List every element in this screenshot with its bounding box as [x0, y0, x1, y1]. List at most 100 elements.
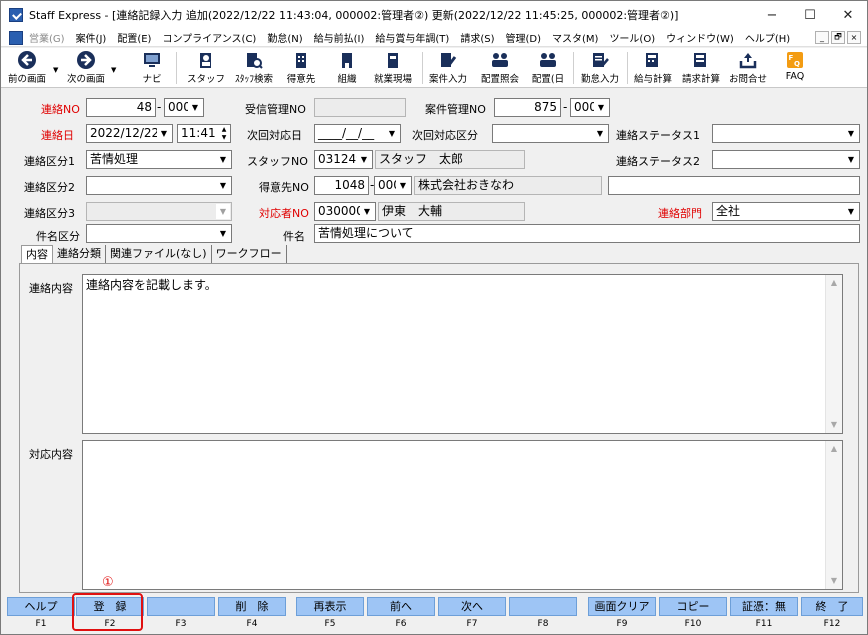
people-day-icon: [538, 50, 558, 70]
staff-no-select[interactable]: 031249: [314, 150, 373, 169]
svg-text:Q: Q: [794, 60, 800, 68]
menu-window[interactable]: ウィンドウ(W): [666, 30, 734, 45]
help-button[interactable]: ヘルプ: [7, 597, 75, 616]
contact-no-branch-select[interactable]: 000: [164, 98, 204, 117]
toolbar-separator: [422, 52, 423, 84]
monitor-icon: [143, 50, 161, 70]
class1-select[interactable]: 苦情処理: [86, 150, 232, 169]
menu-case[interactable]: 案件(J): [76, 30, 107, 45]
status1-select[interactable]: [712, 124, 860, 143]
status2-select[interactable]: [712, 150, 860, 169]
tab-content[interactable]: 内容: [21, 245, 53, 263]
prev-screen-button[interactable]: 前の画面: [7, 50, 47, 86]
payroll-calc-button[interactable]: 給与計算: [631, 50, 675, 86]
inquiry-button[interactable]: お問合せ: [727, 50, 769, 86]
close-button[interactable]: ✕: [829, 1, 867, 29]
menu-payroll[interactable]: 給与賞与年調(T): [375, 30, 449, 45]
status1-label: 連絡ステータス1: [616, 129, 700, 142]
scroll-down-icon[interactable]: ▼: [826, 573, 842, 589]
contact-date-picker[interactable]: 2022/12/22: [86, 124, 173, 143]
people-icon: [490, 50, 510, 70]
scroll-up-icon[interactable]: ▲: [826, 275, 842, 291]
subject-type-select[interactable]: [86, 224, 232, 243]
handler-no-select[interactable]: 030000: [314, 202, 376, 221]
next-date-picker[interactable]: ____/__/__: [314, 124, 401, 143]
menu-admin[interactable]: 管理(D): [505, 30, 541, 45]
menu-assignment[interactable]: 配置(E): [117, 30, 151, 45]
menu-attendance[interactable]: 勤怠(N): [267, 30, 302, 45]
organization-button[interactable]: 組織: [334, 50, 360, 86]
dept-select[interactable]: 全社: [712, 202, 860, 221]
document-icon[interactable]: [9, 30, 23, 45]
fkey-caption: F4: [246, 619, 258, 629]
worksite-button[interactable]: 就業現場: [371, 50, 415, 86]
navi-button[interactable]: ナビ: [139, 50, 165, 86]
content-panel: 連絡内容 連絡内容を記載します。 ▲ ▼ 対応内容 ▲ ▼: [19, 263, 859, 593]
scroll-up-icon[interactable]: ▲: [826, 441, 842, 457]
delete-button[interactable]: 削 除: [218, 597, 286, 616]
class2-label: 連絡区分2: [24, 181, 75, 194]
menu-tools[interactable]: ツール(O): [609, 30, 655, 45]
next-dropdown-icon[interactable]: ▼: [111, 66, 116, 74]
next-type-label: 次回対応区分: [412, 129, 478, 142]
menu-sales[interactable]: 営業(G): [29, 30, 65, 45]
mdi-close-button[interactable]: ×: [847, 31, 861, 44]
client-extra-field[interactable]: [608, 176, 860, 195]
scroll-down-icon[interactable]: ▼: [826, 417, 842, 433]
staff-search-button[interactable]: ｽﾀｯﾌ検索: [231, 50, 277, 86]
clear-screen-button[interactable]: 画面クリア: [588, 597, 656, 616]
contact-content-textarea[interactable]: 連絡内容を記載します。 ▲ ▼: [82, 274, 843, 434]
contact-no-field[interactable]: 48: [86, 98, 156, 117]
fkey-f5: 再表示 F5: [296, 597, 364, 629]
organization-label: 組織: [337, 74, 357, 85]
f3-button[interactable]: [147, 597, 215, 616]
subject-field[interactable]: 苦情処理について: [314, 224, 860, 243]
next-type-select[interactable]: [492, 124, 609, 143]
menu-billing[interactable]: 請求(S): [460, 30, 494, 45]
case-input-label: 案件入力: [428, 74, 467, 85]
menu-help[interactable]: ヘルプ(H): [745, 30, 790, 45]
menu-master[interactable]: マスタ(M): [552, 30, 598, 45]
response-content-textarea[interactable]: ▲ ▼: [82, 440, 843, 590]
mdi-minimize-button[interactable]: _: [815, 31, 829, 44]
contact-content-text: 連絡内容を記載します。: [86, 278, 217, 292]
navi-label: ナビ: [142, 74, 162, 85]
maximize-button[interactable]: ☐: [791, 1, 829, 29]
client-button[interactable]: 得意先: [284, 50, 318, 86]
copy-button[interactable]: コピー: [659, 597, 727, 616]
case-mgmt-branch-select[interactable]: 000: [570, 98, 610, 117]
refresh-button[interactable]: 再表示: [296, 597, 364, 616]
tab-related-files[interactable]: 関連ファイル(なし): [106, 245, 212, 263]
next-screen-button[interactable]: 次の画面: [63, 50, 109, 86]
faq-button[interactable]: FQ FAQ: [780, 50, 810, 86]
mdi-controls: _ 🗗 ×: [815, 31, 861, 44]
assignment-daily-button[interactable]: 配置(日: [528, 50, 568, 86]
contact-time-field[interactable]: 11:41: [177, 124, 231, 143]
class2-select[interactable]: [86, 176, 232, 195]
menu-advance-pay[interactable]: 給与前払(I): [314, 30, 365, 45]
tab-contact-category[interactable]: 連絡分類: [53, 245, 106, 263]
f8-button[interactable]: [509, 597, 577, 616]
mdi-restore-button[interactable]: 🗗: [831, 31, 845, 44]
attendance-input-button[interactable]: 勤怠入力: [578, 50, 622, 86]
case-input-button[interactable]: 案件入力: [426, 50, 470, 86]
exit-button[interactable]: 終 了: [801, 597, 863, 616]
previous-button[interactable]: 前へ: [367, 597, 435, 616]
minimize-button[interactable]: −: [753, 1, 791, 29]
prev-dropdown-icon[interactable]: ▼: [53, 66, 58, 74]
assignment-inquiry-button[interactable]: 配置照会: [478, 50, 522, 86]
tab-workflow[interactable]: ワークフロー: [212, 245, 287, 263]
fkey-f9: 画面クリア F9: [588, 597, 656, 629]
client-branch-select[interactable]: 000: [374, 176, 412, 195]
voucher-button[interactable]: 証憑：無: [730, 597, 798, 616]
client-no-field[interactable]: 1048: [314, 176, 369, 195]
case-mgmt-field[interactable]: 875: [494, 98, 561, 117]
assignment-daily-label: 配置(日: [531, 74, 565, 85]
next-button[interactable]: 次へ: [438, 597, 506, 616]
response-content-scrollbar[interactable]: ▲ ▼: [825, 441, 842, 589]
contact-content-scrollbar[interactable]: ▲ ▼: [825, 275, 842, 433]
case-mgmt-dash: -: [563, 100, 568, 114]
menu-compliance[interactable]: コンプライアンス(C): [162, 30, 256, 45]
staff-button[interactable]: スタッフ: [187, 50, 225, 86]
billing-calc-button[interactable]: 請求計算: [679, 50, 723, 86]
